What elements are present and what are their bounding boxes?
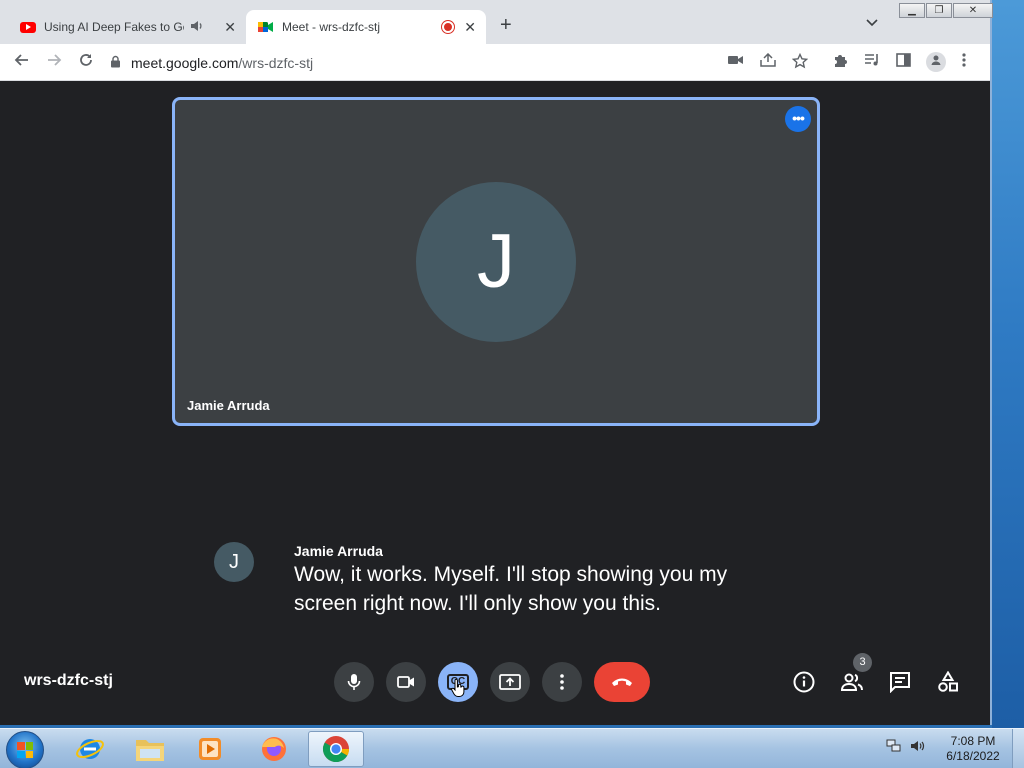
browser-menu-icon[interactable] xyxy=(962,53,966,71)
firefox-taskbar-button[interactable] xyxy=(246,731,302,767)
participant-avatar: J xyxy=(416,182,576,342)
tab-title: Meet - wrs-dzfc-stj xyxy=(282,20,381,34)
tab-youtube[interactable]: Using AI Deep Fakes to Get F ✕ xyxy=(8,10,246,44)
url-domain: meet.google.com xyxy=(131,54,239,71)
share-icon[interactable] xyxy=(760,52,776,71)
tab-search-chevron-icon[interactable] xyxy=(866,16,878,30)
caption-speaker: Jamie Arruda xyxy=(294,543,383,559)
window-controls: ▁ ❐ ✕ xyxy=(898,3,993,18)
chrome-window: Using AI Deep Fakes to Get F ✕ Meet - wr… xyxy=(0,0,993,725)
present-screen-icon xyxy=(499,674,521,690)
close-tab-icon[interactable]: ✕ xyxy=(464,19,476,36)
url-path: /wrs-dzfc-stj xyxy=(238,54,314,71)
caption-text: Wow, it works. Myself. I'll stop showing… xyxy=(294,563,728,615)
windows-taskbar: 7:08 PM 6/18/2022 xyxy=(0,728,1024,768)
new-tab-button[interactable]: + xyxy=(500,14,512,37)
start-button[interactable] xyxy=(6,731,44,768)
microphone-icon xyxy=(347,674,361,690)
activities-icon xyxy=(938,671,958,692)
forward-arrow-icon[interactable] xyxy=(46,52,62,73)
meet-stage: J Jamie Arruda ••• J Jamie Arruda Wow, i… xyxy=(0,81,990,725)
more-options-icon xyxy=(560,674,564,690)
reload-icon[interactable] xyxy=(78,52,94,73)
folder-icon xyxy=(136,740,164,761)
hand-cursor-icon xyxy=(451,678,465,702)
bookmark-star-icon[interactable] xyxy=(791,52,809,73)
volume-icon[interactable] xyxy=(910,741,926,756)
more-options-button[interactable] xyxy=(542,662,582,702)
restore-button[interactable]: ❐ xyxy=(926,3,952,18)
camera-in-use-icon[interactable] xyxy=(728,53,744,70)
tab-strip: Using AI Deep Fakes to Get F ✕ Meet - wr… xyxy=(0,0,993,44)
lock-icon[interactable] xyxy=(110,55,121,71)
speaker-icon[interactable] xyxy=(190,20,204,35)
tab-meet[interactable]: Meet - wrs-dzfc-stj ✕ xyxy=(246,10,486,44)
address-bar[interactable]: meet.google.com/wrs-dzfc-stj xyxy=(110,49,820,76)
media-control-icon[interactable] xyxy=(864,53,880,71)
media-player-taskbar-button[interactable] xyxy=(182,731,238,767)
minimize-button[interactable]: ▁ xyxy=(899,3,925,18)
firefox-icon xyxy=(262,737,286,761)
internet-explorer-taskbar-button[interactable] xyxy=(62,731,118,767)
clock-time: 7:08 PM xyxy=(950,734,996,748)
google-meet-icon xyxy=(258,20,274,34)
chrome-taskbar-button[interactable] xyxy=(308,731,364,767)
meeting-details-button[interactable] xyxy=(791,669,817,695)
extensions-puzzle-icon[interactable] xyxy=(832,53,848,73)
media-player-icon xyxy=(199,738,221,760)
hang-up-icon xyxy=(612,678,632,686)
clock[interactable]: 7:08 PM 6/18/2022 xyxy=(938,734,1008,764)
camera-button[interactable] xyxy=(386,662,426,702)
participant-name: Jamie Arruda xyxy=(187,398,270,413)
people-icon xyxy=(840,673,863,691)
close-tab-icon[interactable]: ✕ xyxy=(224,19,236,36)
windows-logo-icon xyxy=(17,742,33,758)
network-icon[interactable] xyxy=(886,739,906,756)
tile-options-button[interactable]: ••• xyxy=(785,106,811,132)
youtube-icon xyxy=(20,21,36,33)
internet-explorer-icon xyxy=(76,739,104,759)
chrome-icon xyxy=(322,736,350,763)
people-button[interactable] xyxy=(839,669,865,695)
participant-count-badge: 3 xyxy=(853,653,872,672)
meeting-code: wrs-dzfc-stj xyxy=(24,672,113,689)
microphone-button[interactable] xyxy=(334,662,374,702)
present-screen-button[interactable] xyxy=(490,662,530,702)
close-window-button[interactable]: ✕ xyxy=(953,3,993,18)
caption-avatar: J xyxy=(214,542,254,582)
browser-toolbar: meet.google.com/wrs-dzfc-stj xyxy=(0,44,990,81)
activities-button[interactable] xyxy=(935,669,961,695)
file-explorer-taskbar-button[interactable] xyxy=(122,731,178,767)
participant-tile[interactable]: J Jamie Arruda ••• xyxy=(172,97,820,426)
recording-icon xyxy=(442,21,454,33)
chat-button[interactable] xyxy=(887,669,913,695)
tab-title: Using AI Deep Fakes to Get F xyxy=(44,20,184,34)
side-panel-icon[interactable] xyxy=(896,53,911,71)
chat-icon xyxy=(890,672,910,693)
desktop-background xyxy=(992,0,1024,728)
show-desktop-button[interactable] xyxy=(1012,729,1024,768)
system-tray xyxy=(886,739,926,756)
back-arrow-icon[interactable] xyxy=(14,52,30,73)
camera-icon xyxy=(397,676,414,688)
profile-icon[interactable] xyxy=(926,52,946,72)
clock-date: 6/18/2022 xyxy=(946,749,1000,763)
leave-call-button[interactable] xyxy=(594,662,650,702)
info-icon xyxy=(793,671,815,693)
